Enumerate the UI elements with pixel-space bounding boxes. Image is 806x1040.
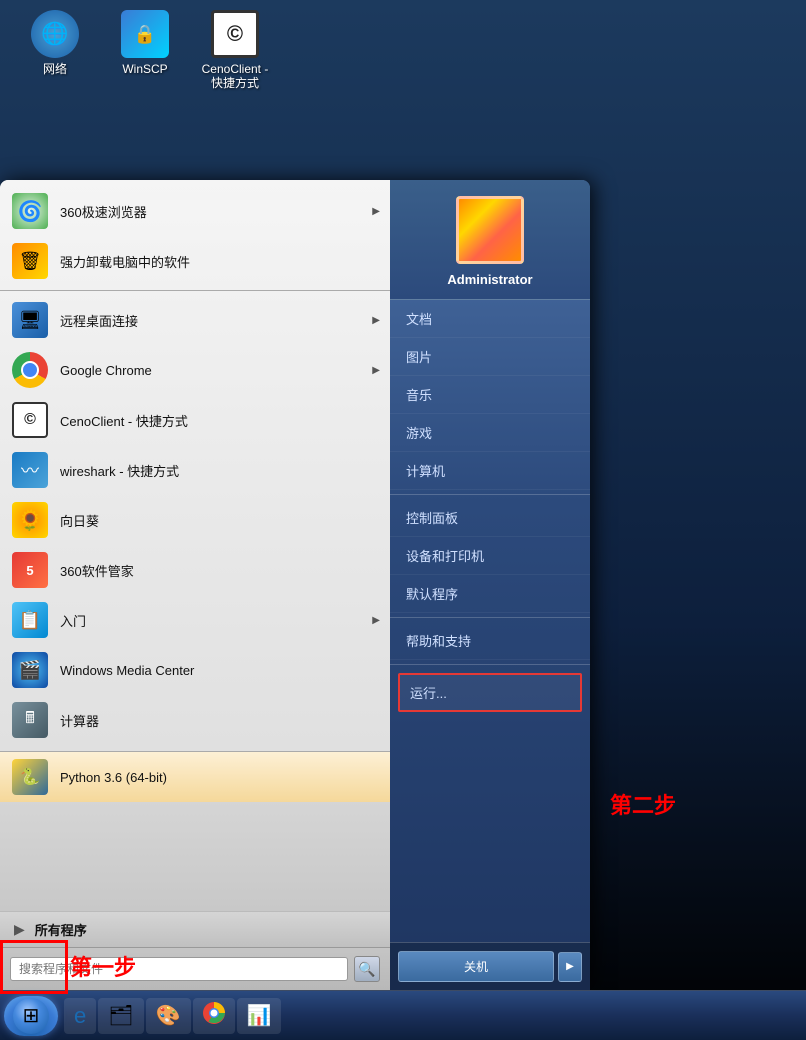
start-button[interactable]: ⊞: [4, 996, 58, 1036]
desktop-icon-network[interactable]: 🌐 网络: [20, 10, 90, 91]
run-button[interactable]: 运行...: [398, 673, 582, 712]
menu-item-intro-label: 入门: [60, 611, 86, 630]
paint-icon: 🎨: [156, 1003, 181, 1028]
user-section: Administrator: [390, 180, 590, 300]
menu-item-wireshark-label: wireshark - 快捷方式: [60, 461, 179, 480]
all-programs-item[interactable]: ▶ 所有程序: [0, 911, 390, 947]
uninstall-icon: 🗑: [12, 243, 48, 279]
menu-item-cenoclient-label: CenoClient - 快捷方式: [60, 411, 188, 430]
menu-item-sunflower-label: 向日葵: [60, 511, 99, 530]
taskbar: ⊞ e 🗂 🎨 📊: [0, 990, 806, 1040]
winscp-icon: 🔒: [121, 10, 169, 58]
taskbar-monitor[interactable]: 📊: [237, 998, 282, 1034]
menu-item-wireshark[interactable]: 〰 wireshark - 快捷方式: [0, 445, 390, 495]
taskbar-explorer[interactable]: 🗂: [98, 998, 143, 1034]
menu-item-360browser[interactable]: 🌀 360极速浏览器 ▶: [0, 186, 390, 236]
right-menu-controlpanel[interactable]: 控制面板: [390, 499, 590, 537]
step2-label: 第二步: [610, 788, 676, 820]
360mgr-icon: 5: [12, 552, 48, 588]
360browser-icon: 🌀: [12, 193, 48, 229]
desktop-icon-area: 🌐 网络 🔒 WinSCP © CenoClient - 快捷方式: [0, 0, 290, 101]
right-divider-1: [390, 494, 590, 495]
start-menu-left: 🌀 360极速浏览器 ▶ 🗑 强力卸载电脑中的软件 🖥 远程桌面连接 ▶: [0, 180, 390, 990]
winscp-icon-label: WinSCP: [122, 62, 167, 76]
taskbar-chrome[interactable]: [193, 998, 235, 1034]
menu-item-360mgr-label: 360软件管家: [60, 561, 134, 580]
network-icon: 🌐: [31, 10, 79, 58]
menu-item-uninstall-label: 强力卸载电脑中的软件: [60, 252, 190, 271]
wireshark-icon: 〰: [12, 452, 48, 488]
menu-item-chrome[interactable]: Google Chrome ▶: [0, 345, 390, 395]
remote-icon: 🖥: [12, 302, 48, 338]
arrow-icon: ▶: [372, 206, 380, 217]
right-menu-help[interactable]: 帮助和支持: [390, 622, 590, 660]
menu-item-chrome-label: Google Chrome: [60, 363, 152, 378]
menu-item-remote[interactable]: 🖥 远程桌面连接 ▶: [0, 295, 390, 345]
python-icon: 🐍: [12, 759, 48, 795]
menu-item-intro[interactable]: 📋 入门 ▶: [0, 595, 390, 645]
menu-item-python-label: Python 3.6 (64-bit): [60, 770, 167, 785]
desktop: 🌐 网络 🔒 WinSCP © CenoClient - 快捷方式 🌀 360极…: [0, 0, 806, 1040]
all-programs-label: 所有程序: [35, 920, 87, 939]
network-icon-label: 网络: [43, 62, 67, 76]
search-bar: 🔍: [0, 947, 390, 990]
start-orb-icon: ⊞: [13, 998, 49, 1034]
menu-item-wmc[interactable]: 🎬 Windows Media Center: [0, 645, 390, 695]
arrow-icon-3: ▶: [372, 365, 380, 376]
chrome-icon: [12, 352, 48, 388]
ie-icon: e: [74, 1003, 86, 1029]
avatar-image: [459, 199, 521, 261]
cenoclient-icon: ©: [211, 10, 259, 58]
taskbar-paint[interactable]: 🎨: [146, 998, 191, 1034]
sunflower-icon: 🌻: [12, 502, 48, 538]
taskbar-ie[interactable]: e: [64, 998, 96, 1034]
all-programs-arrow: ▶: [14, 921, 25, 938]
arrow-icon-4: ▶: [372, 615, 380, 626]
wmc-icon: 🎬: [12, 652, 48, 688]
menu-item-cenoclient[interactable]: © CenoClient - 快捷方式: [0, 395, 390, 445]
intro-icon: 📋: [12, 602, 48, 638]
menu-item-python[interactable]: 🐍 Python 3.6 (64-bit): [0, 752, 390, 802]
menu-item-360mgr[interactable]: 5 360软件管家: [0, 545, 390, 595]
desktop-icon-winscp[interactable]: 🔒 WinSCP: [110, 10, 180, 91]
monitor-icon: 📊: [247, 1003, 272, 1028]
right-menu-music[interactable]: 音乐: [390, 376, 590, 414]
right-menu-defaults[interactable]: 默认程序: [390, 575, 590, 613]
right-divider-2: [390, 617, 590, 618]
step1-label: 第一步: [70, 950, 136, 982]
start-menu: 🌀 360极速浏览器 ▶ 🗑 强力卸载电脑中的软件 🖥 远程桌面连接 ▶: [0, 180, 590, 990]
avatar[interactable]: [456, 196, 524, 264]
search-button[interactable]: 🔍: [354, 956, 380, 982]
search-input[interactable]: [10, 957, 348, 981]
shutdown-area: 关机 ▶: [390, 942, 590, 990]
menu-divider-1: [0, 290, 390, 291]
menu-item-wmc-label: Windows Media Center: [60, 663, 194, 678]
right-menu-games[interactable]: 游戏: [390, 414, 590, 452]
menu-item-remote-label: 远程桌面连接: [60, 311, 138, 330]
taskbar-chrome-icon: [203, 1002, 225, 1030]
menu-item-calc[interactable]: 🖩 计算器: [0, 695, 390, 745]
explorer-icon: 🗂: [108, 1003, 133, 1028]
username-label: Administrator: [447, 272, 532, 287]
start-menu-right: Administrator 文档 图片 音乐 游戏 计算机 控制面板 设备和打印…: [390, 180, 590, 990]
shutdown-arrow-button[interactable]: ▶: [558, 952, 582, 982]
pinned-programs: 🌀 360极速浏览器 ▶ 🗑 强力卸载电脑中的软件 🖥 远程桌面连接 ▶: [0, 180, 390, 752]
menu-item-sunflower[interactable]: 🌻 向日葵: [0, 495, 390, 545]
shutdown-button[interactable]: 关机: [398, 951, 554, 982]
right-divider-3: [390, 664, 590, 665]
right-menu-computer[interactable]: 计算机: [390, 452, 590, 490]
calc-icon: 🖩: [12, 702, 48, 738]
menu-item-uninstall[interactable]: 🗑 强力卸载电脑中的软件: [0, 236, 390, 286]
menu-item-calc-label: 计算器: [60, 711, 99, 730]
cenoclient-menu-icon: ©: [12, 402, 48, 438]
right-menu-documents[interactable]: 文档: [390, 300, 590, 338]
arrow-icon-2: ▶: [372, 315, 380, 326]
cenoclient-icon-label: CenoClient - 快捷方式: [202, 62, 269, 91]
menu-item-360browser-label: 360极速浏览器: [60, 202, 147, 221]
right-menu-pictures[interactable]: 图片: [390, 338, 590, 376]
right-menu-devices[interactable]: 设备和打印机: [390, 537, 590, 575]
desktop-icon-cenoclient[interactable]: © CenoClient - 快捷方式: [200, 10, 270, 91]
